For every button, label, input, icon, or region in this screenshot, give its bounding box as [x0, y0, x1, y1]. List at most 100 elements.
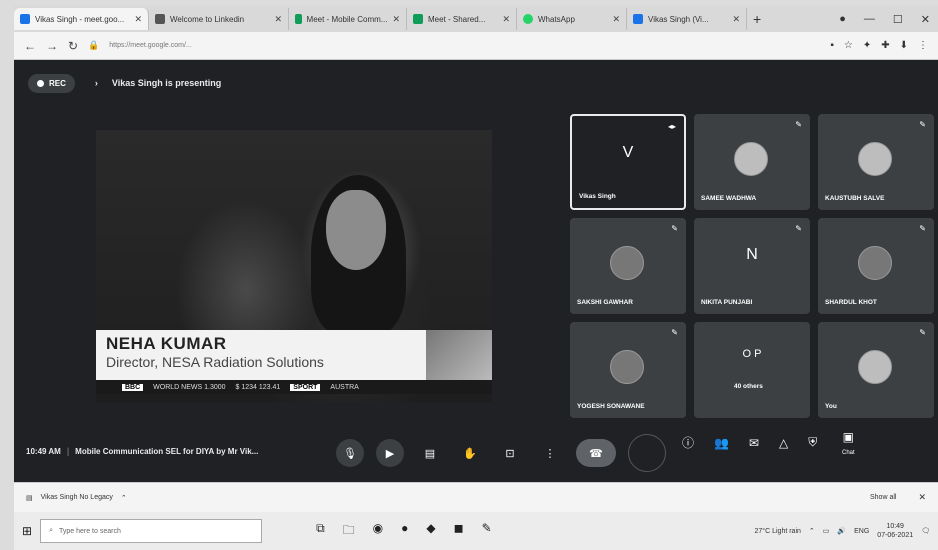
caption-name: NEHA KUMAR — [106, 334, 227, 353]
app-icon[interactable]: ✎ — [482, 521, 492, 542]
participant-tile[interactable]: ✎ SHARDUL KHOT — [818, 218, 934, 314]
download-icon[interactable]: ⬇ — [900, 40, 908, 51]
raise-hand-button[interactable]: ✋ — [456, 439, 484, 467]
notification-icon[interactable]: 🗨 — [921, 527, 930, 535]
host-controls-icon[interactable]: ⛨ — [808, 435, 817, 450]
participant-name: SHARDUL KHOT — [825, 299, 877, 306]
chat-panel-button[interactable]: ▣ Chat — [842, 428, 855, 456]
close-tab-icon[interactable]: ✕ — [392, 14, 400, 25]
close-tab-icon[interactable]: ✕ — [502, 14, 510, 25]
maximize-button[interactable]: ☐ — [893, 13, 903, 26]
sport-badge: SPORT — [290, 383, 321, 391]
app-icon[interactable]: ● — [401, 521, 408, 542]
participant-tile[interactable]: ✎ N NIKITA PUNJABI — [694, 218, 810, 314]
browser-tab[interactable]: Meet - Shared... ✕ — [407, 8, 517, 30]
back-arrow-icon[interactable]: ← — [24, 39, 36, 53]
activities-icon[interactable]: △ — [779, 436, 788, 450]
star-icon[interactable]: ☆ — [844, 40, 853, 51]
tab-label: Welcome to Linkedin — [170, 14, 245, 24]
meet-favicon-icon — [633, 14, 643, 24]
mic-button[interactable]: 🎙 — [336, 439, 364, 467]
reload-icon[interactable]: ↻ — [68, 39, 78, 53]
show-all-button[interactable]: Show all — [870, 494, 896, 501]
more-options-button[interactable]: ⋮ — [536, 439, 564, 467]
chat-icon[interactable]: ✉ — [749, 436, 759, 450]
new-tab-button[interactable]: + — [753, 11, 761, 27]
browser-tab[interactable]: WhatsApp ✕ — [517, 8, 627, 30]
lock-icon: 🔒 — [88, 40, 100, 50]
close-tab-icon[interactable]: ✕ — [134, 14, 142, 25]
others-initials: O P — [742, 348, 762, 360]
close-tab-icon[interactable]: ✕ — [732, 14, 740, 25]
meeting-title[interactable]: Mobile Communication SEL for DIYA by Mr … — [75, 447, 258, 456]
participant-name: You — [825, 403, 837, 410]
task-view-icon[interactable]: ⧉ — [316, 521, 325, 542]
mic-off-icon: ✎ — [671, 224, 678, 233]
browser-tab[interactable]: Meet - Mobile Comm... ✕ — [289, 8, 407, 30]
present-button[interactable]: ⊡ — [496, 439, 524, 467]
windows-start-icon[interactable]: ⊞ — [22, 524, 32, 538]
people-icon[interactable]: 👥 — [714, 436, 729, 450]
browser-tab[interactable]: Vikas Singh (Vi... ✕ — [627, 8, 747, 30]
recording-badge: REC — [28, 73, 75, 93]
close-shelf-icon[interactable]: ✕ — [918, 492, 926, 503]
avatar — [610, 246, 644, 280]
taskbar-search[interactable]: ⌕ Type here to search — [40, 519, 263, 543]
weather-text[interactable]: 27°C Light rain — [755, 528, 801, 535]
chrome-icon[interactable]: ◉ — [373, 521, 383, 542]
puzzle-icon[interactable]: ✚ — [881, 40, 889, 51]
lang-label[interactable]: ENG — [854, 528, 869, 535]
menu-icon[interactable]: ⋮ — [918, 40, 928, 51]
app-icon[interactable]: ◼ — [454, 521, 464, 542]
download-item[interactable]: Vikas Singh No Legacy — [41, 494, 113, 501]
minimize-button[interactable]: — — [864, 13, 875, 26]
extension-icon[interactable]: ✦ — [863, 40, 871, 51]
self-tile[interactable]: ✎ You — [818, 322, 934, 418]
file-explorer-icon[interactable]: 🗀 — [343, 521, 355, 542]
extension-icons: ▪ ☆ ✦ ✚ ⬇ ⋮ — [830, 40, 928, 51]
participant-tile[interactable]: ◂▸ V Vikas Singh — [570, 114, 686, 210]
participant-tile[interactable]: ✎ YOGESH SONAWANE — [570, 322, 686, 418]
caption-role: Director, NESA Radiation Solutions — [106, 354, 324, 370]
app-icon[interactable]: ◆ — [426, 521, 435, 542]
chevron-right-icon: › — [94, 78, 98, 88]
chevron-up-icon[interactable]: ⌃ — [809, 527, 815, 535]
participant-tile[interactable]: ✎ SAMEE WADHWA — [694, 114, 810, 210]
lower-third-caption: NEHA KUMAR Director, NESA Radiation Solu… — [96, 330, 426, 380]
record-dot-icon — [37, 79, 44, 87]
url-field[interactable]: https://meet.google.com/... — [109, 42, 820, 49]
browser-tab[interactable]: Welcome to Linkedin ✕ — [149, 8, 289, 30]
avatar — [610, 350, 644, 384]
battery-icon[interactable]: ▭ — [823, 527, 830, 535]
mic-off-icon: ✎ — [919, 120, 926, 129]
close-window-button[interactable]: ✕ — [921, 13, 930, 26]
end-call-button[interactable]: ☎ — [576, 439, 616, 467]
profile-icon[interactable]: ● — [839, 13, 846, 26]
windows-taskbar: ⊞ ⌕ Type here to search ⧉ 🗀 ◉ ● ◆ ◼ ✎ 27… — [14, 512, 938, 550]
volume-icon[interactable]: 🔊 — [837, 527, 846, 535]
audio-active-icon: ◂▸ — [667, 122, 676, 131]
close-tab-icon[interactable]: ✕ — [612, 14, 620, 25]
participant-name: YOGESH SONAWANE — [577, 403, 645, 410]
clock[interactable]: 10:49 07-06-2021 — [877, 522, 913, 540]
participant-name: KAUSTUBH SALVE — [825, 195, 885, 202]
avatar — [734, 142, 768, 176]
presenting-banner[interactable]: › Vikas Singh is presenting — [95, 78, 221, 88]
meet-top-bar: REC › Vikas Singh is presenting — [14, 60, 938, 106]
forward-arrow-icon[interactable]: → — [46, 39, 58, 53]
participant-tile[interactable]: ✎ KAUSTUBH SALVE — [818, 114, 934, 210]
chevron-up-icon[interactable]: ⌃ — [121, 494, 127, 502]
side-controls: ⓘ 👥 ✉ △ ⛨ — [682, 434, 817, 451]
participant-tile[interactable]: ✎ SAKSHI GAWHAR — [570, 218, 686, 314]
close-tab-icon[interactable]: ✕ — [274, 14, 282, 25]
others-tile[interactable]: O P 40 others — [694, 322, 810, 418]
rec-label: REC — [49, 78, 66, 88]
info-icon[interactable]: ⓘ — [682, 434, 694, 451]
camera-button[interactable]: ▶ — [376, 439, 404, 467]
ticker-text: WORLD NEWS 1.3000 — [153, 383, 226, 391]
whatsapp-favicon-icon — [523, 14, 533, 24]
captions-button[interactable]: ▤ — [416, 439, 444, 467]
taskbar-apps: ⧉ 🗀 ◉ ● ◆ ◼ ✎ — [316, 521, 492, 542]
camera-icon[interactable]: ▪ — [830, 40, 834, 51]
browser-tab[interactable]: Vikas Singh - meet.goo... ✕ — [14, 8, 149, 30]
